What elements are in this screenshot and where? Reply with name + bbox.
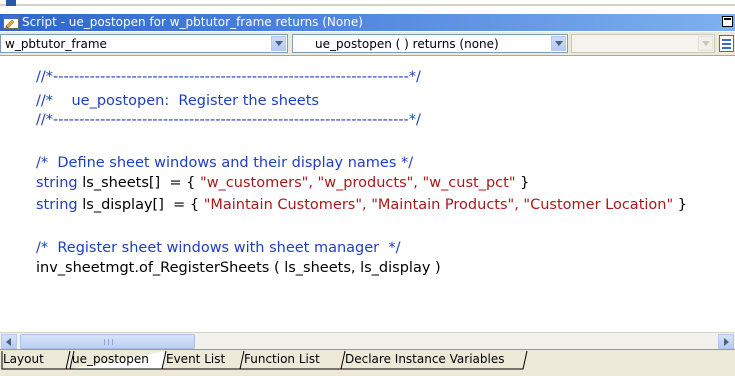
event-select[interactable]: ue_postopen ( ) returns (none) [292, 34, 568, 53]
scroll-thumb[interactable] [20, 334, 195, 349]
window-title: Script - ue_postopen for w_pbtutor_frame… [22, 15, 363, 29]
chevron-down-icon[interactable] [551, 36, 566, 51]
script-painter-window: Script - ue_postopen for w_pbtutor_frame… [0, 0, 735, 376]
script-toolbar: w_pbtutor_frame ue_postopen ( ) returns … [0, 32, 735, 56]
grip-icon [104, 339, 113, 345]
chevron-down-icon[interactable] [698, 36, 713, 51]
code-text: ls_display[] = { [77, 197, 204, 213]
top-marker [6, 0, 16, 6]
code-line: string ls_sheets[] = { "w_customers", "w… [36, 174, 529, 192]
code-keyword: string [36, 175, 78, 191]
chevron-down-icon[interactable] [271, 36, 286, 51]
code-text: } [673, 197, 687, 213]
object-select[interactable]: w_pbtutor_frame [0, 34, 288, 53]
list-view-icon[interactable] [719, 35, 734, 52]
code-text: ls_sheets[] = { [77, 175, 201, 191]
title-bar[interactable]: Script - ue_postopen for w_pbtutor_frame… [0, 14, 735, 31]
maximize-icon[interactable] [722, 16, 733, 27]
ancestor-select[interactable] [571, 34, 715, 53]
tab-declare-instance-variables[interactable]: Declare Instance Variables [345, 352, 504, 366]
code-string: "Maintain Customers", "Maintain Products… [203, 197, 674, 213]
painter-tabs: Layout ue_postopen Event List Function L… [0, 349, 735, 376]
code-line: inv_sheetmgt.of_RegisterSheets ( ls_shee… [36, 260, 441, 276]
arrow-left-icon[interactable] [1, 334, 17, 349]
tab-layout[interactable]: Layout [3, 352, 44, 366]
code-line: //* ue_postopen: Register the sheets [36, 93, 319, 109]
event-select-value: ue_postopen ( ) returns (none) [315, 37, 499, 51]
code-line: string ls_display[] = { "Maintain Custom… [36, 196, 687, 214]
code-line: //*-------------------------------------… [36, 69, 421, 85]
code-line: /* Register sheet windows with sheet man… [36, 240, 401, 256]
tab-event-list[interactable]: Event List [166, 352, 225, 366]
code-line: /* Define sheet windows and their displa… [36, 155, 414, 171]
arrow-right-icon[interactable] [718, 334, 734, 349]
top-divider [0, 4, 735, 6]
horizontal-scrollbar[interactable] [0, 332, 735, 350]
code-text: } [515, 175, 530, 191]
code-line: //*-------------------------------------… [36, 112, 421, 128]
code-keyword: string [36, 197, 78, 213]
tab-ue-postopen[interactable]: ue_postopen [72, 352, 149, 366]
tab-function-list[interactable]: Function List [244, 352, 320, 366]
script-window-icon [3, 15, 19, 29]
top-border [0, 0, 735, 6]
code-string: "w_customers", "w_products", "w_cust_pct… [200, 175, 516, 191]
object-select-value: w_pbtutor_frame [5, 37, 107, 51]
script-editor[interactable]: //*-------------------------------------… [0, 56, 735, 332]
